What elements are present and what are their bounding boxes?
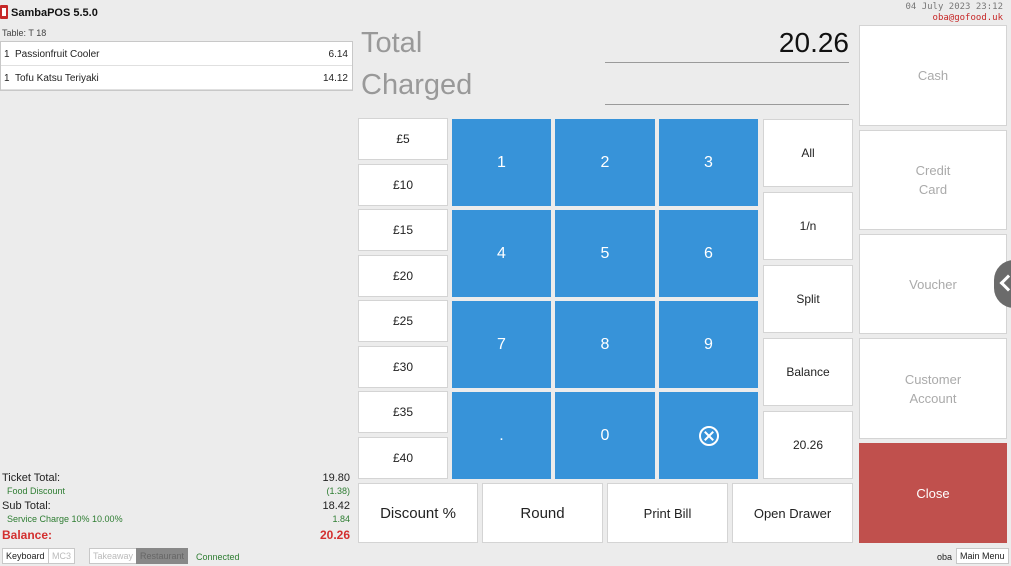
quick-amount-20-button[interactable]: £20 bbox=[358, 255, 448, 297]
charged-amount-field[interactable] bbox=[605, 66, 849, 105]
status-bar: Keyboard MC3 Takeaway Restaurant Connect… bbox=[0, 545, 1011, 566]
quick-amount-30-button[interactable]: £30 bbox=[358, 346, 448, 388]
numpad-5-button[interactable]: 5 bbox=[555, 210, 655, 297]
numpad-2-button[interactable]: 2 bbox=[555, 119, 655, 206]
item-qty: 1 bbox=[4, 73, 10, 84]
balance-row: Balance: 20.26 bbox=[0, 528, 353, 542]
item-qty: 1 bbox=[4, 49, 10, 60]
chevron-left-icon bbox=[999, 274, 1011, 292]
item-price: 14.12 bbox=[322, 73, 348, 84]
discount-row: Food Discount (1.38) bbox=[0, 486, 353, 500]
takeaway-button[interactable]: Takeaway bbox=[89, 548, 138, 564]
balance-value: 20.26 bbox=[319, 528, 350, 542]
print-bill-button[interactable]: Print Bill bbox=[607, 483, 728, 543]
keyboard-button[interactable]: Keyboard bbox=[2, 548, 49, 564]
split-button[interactable]: Split bbox=[763, 265, 853, 333]
service-charge-row: Service Charge 10% 10.00% 1.84 bbox=[0, 514, 353, 528]
balance-button[interactable]: Balance bbox=[763, 338, 853, 406]
open-drawer-button[interactable]: Open Drawer bbox=[732, 483, 853, 543]
quick-amount-5-button[interactable]: £5 bbox=[358, 118, 448, 160]
ticket-empty-area bbox=[0, 91, 353, 470]
service-charge-value: 1.84 bbox=[332, 514, 350, 524]
pos-payment-screen: SambaPOS 5.5.0 04 July 2023 23:12 oba@go… bbox=[0, 0, 1011, 566]
user-email: oba@gofood.uk bbox=[932, 13, 1003, 23]
numpad-8-button[interactable]: 8 bbox=[555, 301, 655, 388]
ticket-total-value: 19.80 bbox=[322, 472, 350, 484]
service-charge-label: Service Charge 10% 10.00% bbox=[7, 514, 123, 524]
split-1n-button[interactable]: 1/n bbox=[763, 192, 853, 260]
quick-amount-15-button[interactable]: £15 bbox=[358, 209, 448, 251]
discount-label: Food Discount bbox=[7, 486, 66, 496]
numpad-decimal-button[interactable]: . bbox=[452, 392, 551, 479]
ticket-items-list: 1 Passionfruit Cooler 6.14 1 Tofu Katsu … bbox=[0, 41, 353, 91]
ticket-item-row[interactable]: 1 Passionfruit Cooler 6.14 bbox=[1, 42, 352, 66]
mc3-button[interactable]: MC3 bbox=[48, 548, 76, 564]
subtotal-label: Sub Total: bbox=[2, 500, 51, 512]
numpad-0-button[interactable]: 0 bbox=[555, 392, 655, 479]
current-user: oba bbox=[937, 552, 953, 562]
sambapos-logo-icon bbox=[0, 5, 8, 19]
clear-circle-x-icon bbox=[698, 425, 719, 446]
quick-amount-10-button[interactable]: £10 bbox=[358, 164, 448, 206]
ticket-total-label: Ticket Total: bbox=[2, 472, 61, 484]
balance-label: Balance: bbox=[2, 528, 53, 542]
numpad-7-button[interactable]: 7 bbox=[452, 301, 551, 388]
ticket-item-row[interactable]: 1 Tofu Katsu Teriyaki 14.12 bbox=[1, 66, 352, 90]
discount-value: (1.38) bbox=[326, 486, 350, 496]
numpad-9-button[interactable]: 9 bbox=[659, 301, 758, 388]
cash-payment-button[interactable]: Cash bbox=[859, 25, 1007, 126]
item-name: Passionfruit Cooler bbox=[15, 49, 100, 60]
numpad-1-button[interactable]: 1 bbox=[452, 119, 551, 206]
item-price: 6.14 bbox=[328, 49, 348, 60]
ticket-totals: Ticket Total: 19.80 Food Discount (1.38)… bbox=[0, 472, 353, 542]
charged-label: Charged bbox=[361, 69, 473, 101]
discount-percent-button[interactable]: Discount % bbox=[358, 483, 478, 543]
table-label: Table: T 18 bbox=[2, 28, 47, 38]
split-all-button[interactable]: All bbox=[763, 119, 853, 187]
numpad-6-button[interactable]: 6 bbox=[659, 210, 758, 297]
subtotal-row: Sub Total: 18.42 bbox=[0, 500, 353, 514]
quick-amount-25-button[interactable]: £25 bbox=[358, 300, 448, 342]
quick-amount-40-button[interactable]: £40 bbox=[358, 437, 448, 479]
total-label: Total bbox=[361, 27, 423, 59]
numpad-3-button[interactable]: 3 bbox=[659, 119, 758, 206]
main-menu-button[interactable]: Main Menu bbox=[956, 548, 1009, 564]
customer-account-payment-button[interactable]: Customer Account bbox=[859, 338, 1007, 439]
restaurant-button[interactable]: Restaurant bbox=[136, 548, 189, 564]
credit-card-payment-button[interactable]: Credit Card bbox=[859, 130, 1007, 230]
item-name: Tofu Katsu Teriyaki bbox=[15, 73, 99, 84]
quick-amount-35-button[interactable]: £35 bbox=[358, 391, 448, 433]
app-title: SambaPOS 5.5.0 bbox=[11, 7, 98, 19]
total-amount-field[interactable]: 20.26 bbox=[605, 24, 849, 63]
numpad-clear-button[interactable] bbox=[659, 392, 758, 479]
numpad-4-button[interactable]: 4 bbox=[452, 210, 551, 297]
round-button[interactable]: Round bbox=[482, 483, 603, 543]
amount-button[interactable]: 20.26 bbox=[763, 411, 853, 479]
close-button[interactable]: Close bbox=[859, 443, 1007, 543]
voucher-payment-button[interactable]: Voucher bbox=[859, 234, 1007, 334]
connection-status: Connected bbox=[196, 552, 240, 562]
datetime: 04 July 2023 23:12 bbox=[905, 2, 1003, 12]
subtotal-value: 18.42 bbox=[322, 500, 350, 512]
ticket-total-row: Ticket Total: 19.80 bbox=[0, 472, 353, 486]
